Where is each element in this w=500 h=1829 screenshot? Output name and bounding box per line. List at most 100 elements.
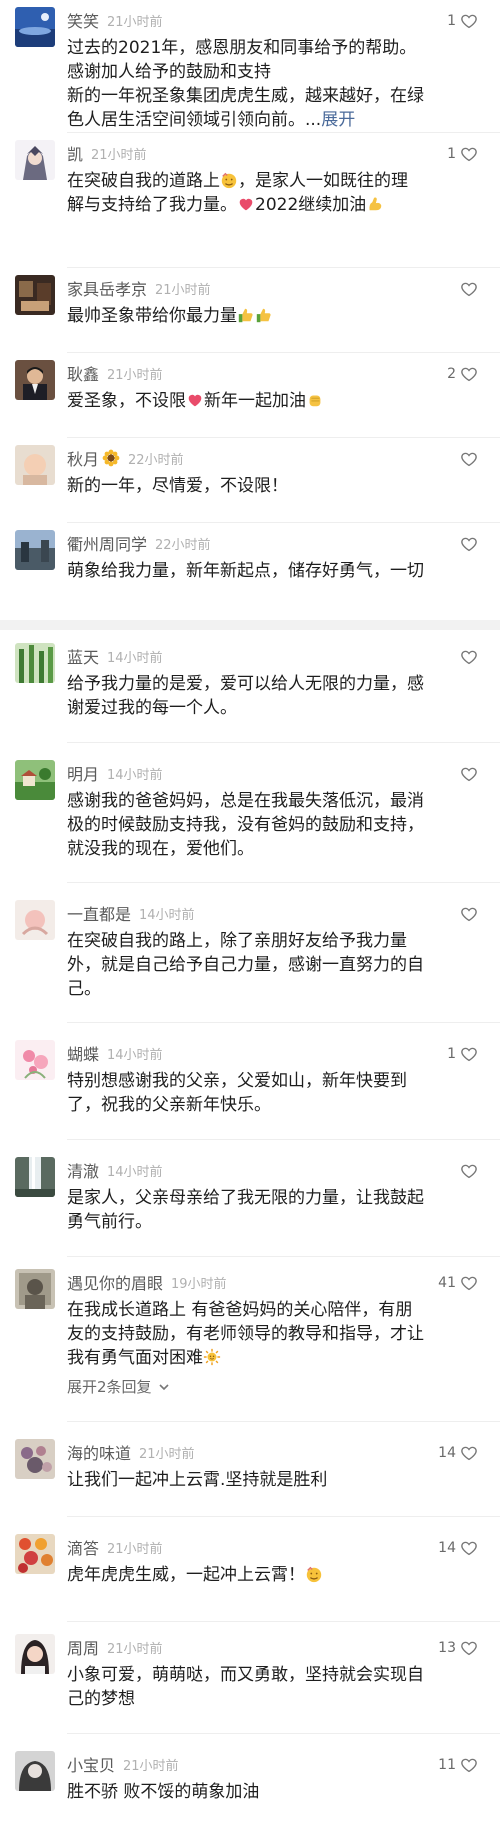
username[interactable]: 耿鑫 xyxy=(67,361,99,385)
comment-text: 爱圣象，不设限 xyxy=(67,391,186,411)
avatar[interactable] xyxy=(15,643,55,683)
username[interactable]: 蓝天 xyxy=(67,644,99,668)
sun-face-emoji-icon xyxy=(203,1348,221,1366)
like-button[interactable]: 2 xyxy=(447,364,478,384)
like-button[interactable]: 1 xyxy=(447,144,478,164)
username[interactable]: 笑笑 xyxy=(67,8,99,32)
comment-text: 解与支持给了我力量。 xyxy=(67,195,237,215)
comment-item: 耿鑫 21小时前 2 爱圣象，不设限 新年一起加油 xyxy=(0,353,500,438)
like-button[interactable]: 1 xyxy=(447,1044,478,1064)
comment-feed: 笑笑 21小时前 1 过去的2021年，感恩朋友和同事给予的帮助。 感谢加人给予的… xyxy=(0,0,500,1829)
heart-icon xyxy=(461,1446,477,1461)
comment-item: 周周 21小时前 13 小象可爱，萌萌哒，而又勇敢，坚持就会实现自 己的梦想 xyxy=(0,1627,500,1734)
comment-text: 新年一起加油 xyxy=(204,391,306,411)
comment-text: 感谢加人给予的鼓励和支持 xyxy=(67,62,271,82)
comment-text: 是家人，父亲母亲给了我无限的力量，让我鼓起 xyxy=(67,1188,424,1208)
username[interactable]: 蝴蝶 xyxy=(67,1041,99,1065)
avatar[interactable] xyxy=(15,1040,55,1080)
avatar[interactable] xyxy=(15,900,55,940)
comment-text: 极的时候鼓励支持我，没有爸妈的鼓励和支持， xyxy=(67,815,424,835)
like-button[interactable] xyxy=(460,647,478,667)
avatar[interactable] xyxy=(15,360,55,400)
username[interactable]: 海的味道 xyxy=(67,1440,131,1464)
comment-text: 2022继续加油 xyxy=(255,195,367,215)
comment-text: 谢爱过我的每一个人。 xyxy=(67,698,237,718)
divider xyxy=(67,1256,500,1257)
comment-text: 萌象给我力量，新年新起点，储存好勇气，一切 xyxy=(67,561,424,581)
heart-icon xyxy=(461,1164,477,1179)
heart-icon xyxy=(461,282,477,297)
avatar[interactable] xyxy=(15,7,55,47)
comment-item: 明月 14小时前 感谢我的爸爸妈妈，总是在我最失落低沉，最消 极的时候鼓励支持我，… xyxy=(0,753,500,883)
timestamp: 21小时前 xyxy=(155,282,211,298)
avatar[interactable] xyxy=(15,1534,55,1574)
username[interactable]: 衢州周同学 xyxy=(67,531,147,555)
heart-icon xyxy=(461,452,477,467)
thumbs-up-emoji-icon xyxy=(256,308,271,323)
expand-replies-button[interactable]: 展开2条回复 xyxy=(67,1376,170,1397)
comment-text: 在突破自我的道路上 xyxy=(67,171,220,191)
smiling-face-emoji-icon xyxy=(306,1566,322,1583)
avatar[interactable] xyxy=(15,1751,55,1791)
like-button[interactable]: 11 xyxy=(438,1755,478,1775)
avatar[interactable] xyxy=(15,1269,55,1309)
divider xyxy=(67,1733,500,1734)
timestamp: 21小时前 xyxy=(123,1758,179,1774)
timestamp: 21小时前 xyxy=(139,1446,195,1462)
comment-item: 秋月 22小时前 新的一年，尽情爱，不设限！ xyxy=(0,438,500,523)
username[interactable]: 家具岳孝京 xyxy=(67,276,147,300)
heart-icon xyxy=(461,147,477,162)
sunflower-icon xyxy=(102,449,120,467)
divider xyxy=(67,1022,500,1023)
comment-item: 滴答 21小时前 14 虎年虎虎生威，一起冲上云霄！ xyxy=(0,1527,500,1622)
heart-emoji-icon xyxy=(188,394,202,407)
avatar[interactable] xyxy=(15,530,55,570)
username[interactable]: 一直都是 xyxy=(67,901,131,925)
username[interactable]: 清澈 xyxy=(67,1158,99,1182)
expand-replies-label: 展开2条回复 xyxy=(67,1378,152,1396)
like-button[interactable]: 13 xyxy=(438,1638,478,1658)
username[interactable]: 明月 xyxy=(67,761,99,785)
username[interactable]: 凯 xyxy=(67,141,83,165)
divider xyxy=(67,742,500,743)
flexed-biceps-emoji-icon xyxy=(369,197,382,211)
thumbs-up-emoji-icon xyxy=(238,308,253,323)
comment-text: 己。 xyxy=(67,979,101,999)
username[interactable]: 滴答 xyxy=(67,1535,99,1559)
like-button[interactable]: 1 xyxy=(447,11,478,31)
like-button[interactable] xyxy=(460,904,478,924)
section-separator xyxy=(0,620,500,630)
avatar[interactable] xyxy=(15,275,55,315)
like-button[interactable] xyxy=(460,449,478,469)
avatar[interactable] xyxy=(15,760,55,800)
timestamp: 14小时前 xyxy=(107,1047,163,1063)
avatar[interactable] xyxy=(15,140,55,180)
like-count: 41 xyxy=(438,1275,456,1291)
comment-item: 衢州周同学 22小时前 萌象给我力量，新年新起点，储存好勇气，一切 xyxy=(0,523,500,618)
divider xyxy=(67,1421,500,1422)
like-button[interactable]: 41 xyxy=(438,1273,478,1293)
avatar[interactable] xyxy=(15,1634,55,1674)
expand-link[interactable]: 展开 xyxy=(321,110,355,130)
comment-text: 色人居生活空间领域引领向前。... xyxy=(67,110,322,130)
like-button[interactable] xyxy=(460,534,478,554)
username[interactable]: 秋月 xyxy=(67,446,99,470)
username[interactable]: 遇见你的眉眼 xyxy=(67,1270,163,1294)
like-button[interactable] xyxy=(460,279,478,299)
comment-item: 一直都是 14小时前 在突破自我的路上，除了亲朋好友给予我力量 外，就是自己给予自… xyxy=(0,893,500,1023)
heart-icon xyxy=(461,537,477,552)
comment-item: 凯 21小时前 1 在突破自我的道路上 ，是家人一如既往的理 解与支持给了我力量。 2… xyxy=(0,133,500,268)
username[interactable]: 周周 xyxy=(67,1635,99,1659)
avatar[interactable] xyxy=(15,445,55,485)
like-button[interactable]: 14 xyxy=(438,1538,478,1558)
like-button[interactable]: 14 xyxy=(438,1443,478,1463)
username[interactable]: 小宝贝 xyxy=(67,1752,115,1776)
comment-text: 在我成长道路上 有爸爸妈妈的关心陪伴，有朋 xyxy=(67,1300,413,1320)
like-button[interactable] xyxy=(460,1161,478,1181)
comment-text: 我有勇气面对困难 xyxy=(67,1348,203,1368)
avatar[interactable] xyxy=(15,1439,55,1479)
timestamp: 14小时前 xyxy=(107,767,163,783)
avatar[interactable] xyxy=(15,1157,55,1197)
like-button[interactable] xyxy=(460,764,478,784)
comment-text: 让我们一起冲上云霄.坚持就是胜利 xyxy=(67,1470,328,1490)
